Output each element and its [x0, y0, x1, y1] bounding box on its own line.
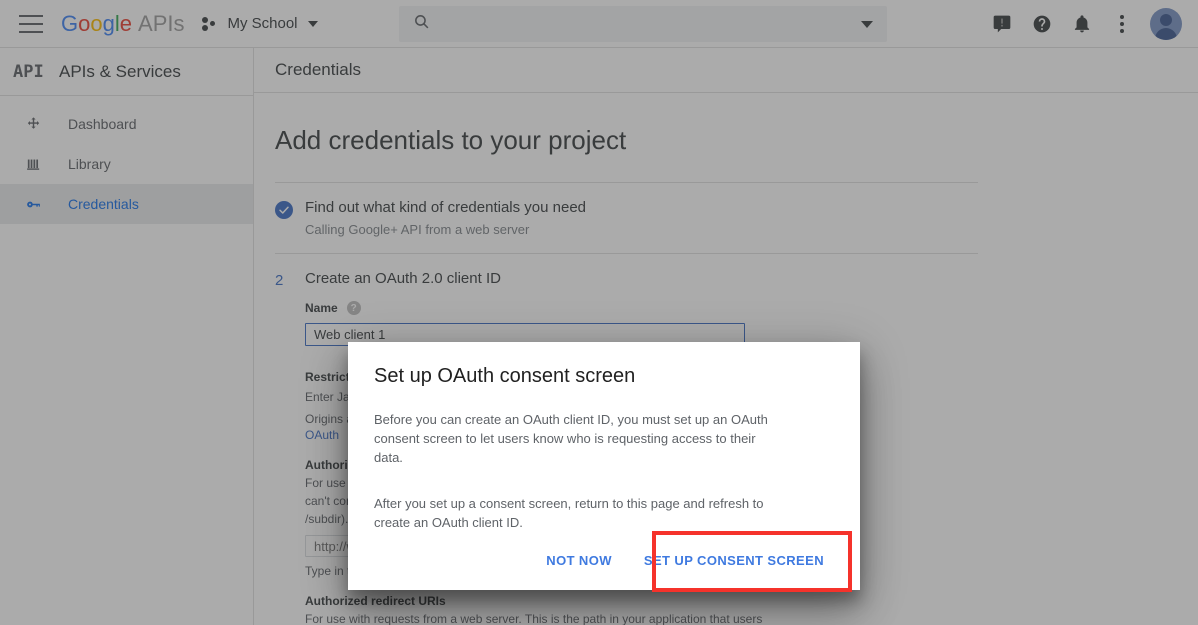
app-window: Google APIs My School API APIs & Service… — [0, 0, 1198, 625]
dialog-paragraph-2: After you set up a consent screen, retur… — [374, 496, 764, 530]
dialog-actions: NOT NOW SET UP CONSENT SCREEN — [348, 530, 860, 590]
not-now-button[interactable]: NOT NOW — [532, 543, 626, 578]
oauth-consent-dialog: Set up OAuth consent screen Before you c… — [348, 342, 860, 590]
dialog-title: Set up OAuth consent screen — [374, 365, 636, 387]
dialog-paragraph-1: Before you can create an OAuth client ID… — [374, 412, 768, 465]
set-up-consent-screen-button[interactable]: SET UP CONSENT SCREEN — [630, 543, 838, 578]
